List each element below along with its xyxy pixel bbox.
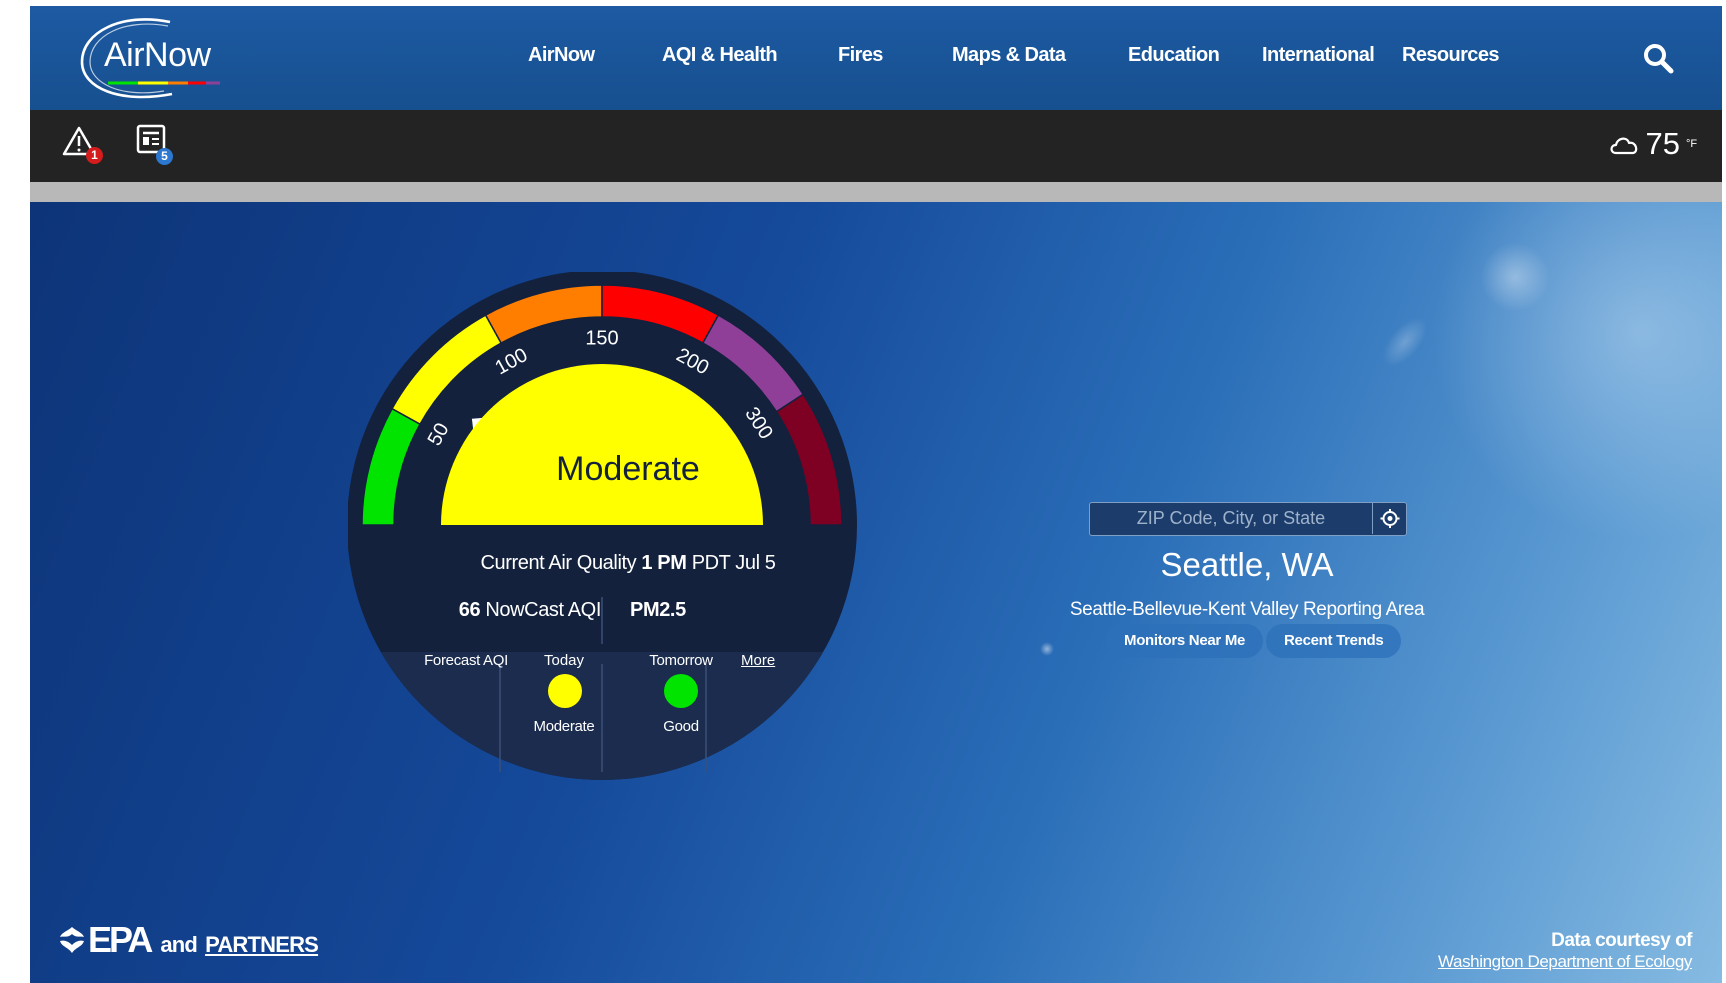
current-tz-date: PDT Jul 5 (691, 552, 776, 574)
top-navigation: AirNow AirNow AQI & Health Fires Maps & … (30, 6, 1722, 110)
nav-aqi-health[interactable]: AQI & Health (662, 44, 778, 67)
recent-trends-button[interactable]: Recent Trends (1266, 624, 1402, 658)
epa-and: and (160, 932, 198, 957)
gauge-scale-label: 150 (585, 327, 618, 349)
pollutant-label: PM2.5 (630, 599, 686, 621)
nowcast-aqi: 66 NowCast AQI (448, 599, 602, 622)
sun-glare (1430, 202, 1722, 542)
aqi-value: 66 (458, 599, 481, 621)
forecast-today-label: Today (543, 652, 585, 669)
aqi-gauge: 50 100 150 200 300 Moderate Current Air Qual… (348, 272, 908, 832)
airnow-logo[interactable]: AirNow (72, 14, 232, 104)
location-search (1089, 502, 1407, 536)
temperature-value: 75 (1645, 126, 1680, 161)
lens-flare (1040, 642, 1054, 656)
forecast-tomorrow-category: Good (663, 718, 699, 735)
courtesy-link[interactable]: Washington Department of Ecology (1438, 952, 1692, 971)
epa-name: EPA (88, 919, 153, 960)
partners-link[interactable]: PARTNERS (205, 932, 319, 958)
monitors-near-me-button[interactable]: Monitors Near Me (1106, 624, 1264, 658)
airnow-homepage: AirNow AirNow AQI & Health Fires Maps & … (30, 6, 1722, 983)
forecast-today-dot (548, 674, 582, 708)
nav-international[interactable]: International (1262, 44, 1375, 67)
nav-maps-data[interactable]: Maps & Data (952, 44, 1066, 67)
current-label: Current Air Quality (480, 552, 637, 574)
lens-flare (1374, 309, 1436, 375)
aqi-category: Moderate (556, 450, 700, 488)
nav-airnow[interactable]: AirNow (528, 44, 595, 67)
lens-flare (1480, 242, 1550, 312)
hero-section: 50 100 150 200 300 Moderate Current Air Qual… (30, 202, 1722, 983)
nav-education[interactable]: Education (1128, 44, 1220, 67)
divider-strip (30, 182, 1722, 202)
temperature-unit: °F (1686, 137, 1698, 150)
epa-logo (60, 927, 84, 953)
forecast-aqi-label: Forecast AQI (424, 652, 508, 669)
alerts-count-badge: 1 (86, 147, 103, 164)
aqi-label: NowCast AQI (485, 599, 601, 621)
logo-text: AirNow (104, 36, 211, 74)
nav-fires[interactable]: Fires (838, 44, 883, 67)
weather-widget[interactable]: 75 °F (1608, 126, 1698, 162)
forecast-tomorrow-dot (664, 674, 698, 708)
news-icon[interactable]: 5 (136, 124, 182, 168)
forecast-today-category: Moderate (533, 718, 595, 735)
cloud-icon (1609, 137, 1637, 155)
alert-bar: 1 5 75 °F (30, 110, 1722, 182)
current-time: 1 PM (641, 552, 687, 574)
warning-icon[interactable]: 1 (62, 124, 108, 168)
forecast-more-link[interactable]: More (741, 652, 775, 669)
current-air-quality: Current Air Quality 1 PM PDT Jul 5 (348, 552, 908, 575)
nav-resources[interactable]: Resources (1402, 44, 1499, 67)
locate-icon[interactable] (1372, 503, 1406, 534)
reporting-area: Seattle-Bellevue-Kent Valley Reporting A… (1069, 599, 1425, 620)
city-name: Seattle, WA (1160, 546, 1334, 583)
location-search-input[interactable] (1090, 503, 1372, 534)
courtesy-label: Data courtesy of (1551, 930, 1692, 951)
forecast-tomorrow-label: Tomorrow (649, 652, 713, 669)
epa-partners: EPA and PARTNERS (58, 919, 319, 960)
data-courtesy: Data courtesy of Washington Department o… (1438, 930, 1693, 972)
news-count-badge: 5 (156, 148, 173, 165)
search-icon[interactable] (1642, 42, 1676, 76)
